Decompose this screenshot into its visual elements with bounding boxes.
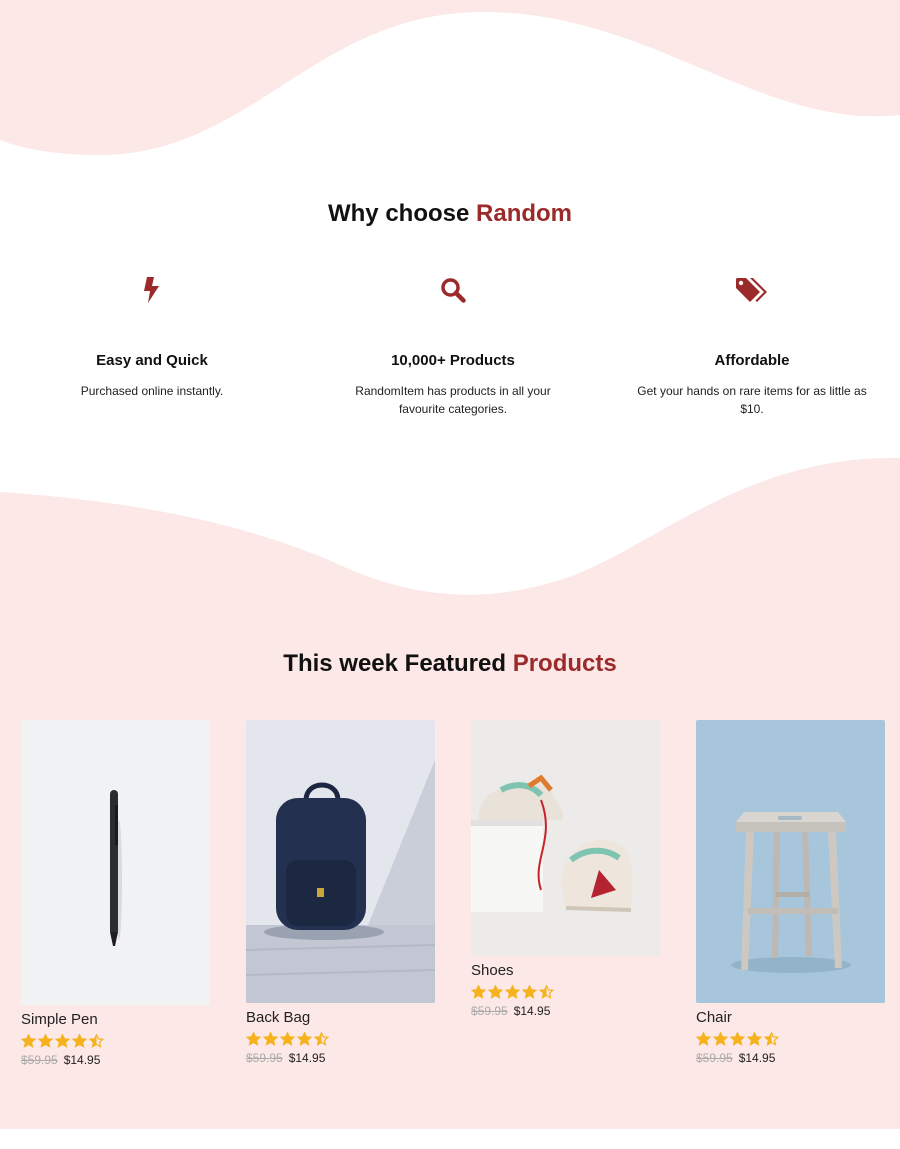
star-full-icon	[280, 1032, 295, 1046]
star-full-icon	[747, 1032, 762, 1046]
product-name[interactable]: Chair	[696, 1009, 885, 1027]
feature-affordable: Affordable Get your hands on rare items …	[637, 272, 867, 418]
star-full-icon	[72, 1034, 87, 1048]
star-full-icon	[713, 1032, 728, 1046]
current-price: $14.95	[63, 1053, 101, 1067]
why-choose-heading: Why choose Random	[0, 200, 900, 228]
current-price: $14.95	[738, 1051, 776, 1065]
star-full-icon	[730, 1032, 745, 1046]
featured-title-accent: Products	[512, 650, 617, 677]
product-name[interactable]: Simple Pen	[21, 1011, 210, 1029]
current-price: $14.95	[288, 1051, 326, 1065]
product-price: $59.95 $14.95	[696, 1051, 885, 1065]
star-full-icon	[55, 1034, 70, 1048]
star-full-icon	[696, 1032, 711, 1046]
star-full-icon	[471, 985, 486, 999]
why-title-accent: Random	[476, 200, 573, 227]
product-name[interactable]: Back Bag	[246, 1009, 435, 1027]
search-icon	[338, 272, 568, 308]
product-image-pen[interactable]	[21, 720, 210, 1005]
star-full-icon	[263, 1032, 278, 1046]
product-price: $59.95 $14.95	[21, 1053, 210, 1067]
current-price: $14.95	[513, 1004, 551, 1018]
product-card[interactable]: Shoes $59.95 $14.95	[471, 720, 660, 1018]
why-title-prefix: Why choose	[327, 200, 477, 227]
feature-description: RandomItem has products in all your favo…	[355, 384, 551, 416]
feature-title: Easy and Quick	[96, 352, 208, 369]
star-full-icon	[297, 1032, 312, 1046]
old-price: $59.95	[246, 1051, 283, 1065]
old-price: $59.95	[696, 1051, 733, 1065]
star-full-icon	[505, 985, 520, 999]
star-full-icon	[246, 1032, 261, 1046]
featured-title-prefix: This week Featured	[283, 650, 513, 677]
product-card[interactable]: Chair $59.95 $14.95	[696, 720, 885, 1065]
product-image-stool[interactable]	[696, 720, 885, 1003]
product-price: $59.95 $14.95	[471, 1004, 660, 1018]
rating-stars	[696, 1032, 885, 1046]
product-card[interactable]: Simple Pen $59.95 $14.95	[21, 720, 210, 1067]
tags-icon	[637, 272, 867, 308]
star-full-icon	[522, 985, 537, 999]
old-price: $59.95	[471, 1004, 508, 1018]
old-price: $59.95	[21, 1053, 58, 1067]
product-image-backpack[interactable]	[246, 720, 435, 1003]
feature-products: 10,000+ Products RandomItem has products…	[338, 272, 568, 418]
product-card[interactable]: Back Bag $59.95 $14.95	[246, 720, 435, 1065]
star-half-icon	[314, 1032, 329, 1046]
product-price: $59.95 $14.95	[246, 1051, 435, 1065]
bolt-icon	[37, 272, 267, 308]
rating-stars	[21, 1034, 210, 1048]
star-half-icon	[764, 1032, 779, 1046]
feature-description: Purchased online instantly.	[80, 384, 224, 398]
product-name[interactable]: Shoes	[471, 962, 660, 980]
featured-products-heading: This week Featured Products	[0, 650, 900, 678]
star-half-icon	[539, 985, 554, 999]
feature-description: Get your hands on rare items for as litt…	[637, 384, 867, 416]
feature-title: 10,000+ Products	[391, 352, 515, 369]
star-full-icon	[21, 1034, 36, 1048]
feature-title: Affordable	[714, 352, 790, 369]
rating-stars	[471, 985, 660, 999]
star-half-icon	[89, 1034, 104, 1048]
star-full-icon	[488, 985, 503, 999]
rating-stars	[246, 1032, 435, 1046]
star-full-icon	[38, 1034, 53, 1048]
feature-easy-quick: Easy and Quick Purchased online instantl…	[37, 272, 267, 400]
product-image-sneakers[interactable]	[471, 720, 660, 956]
